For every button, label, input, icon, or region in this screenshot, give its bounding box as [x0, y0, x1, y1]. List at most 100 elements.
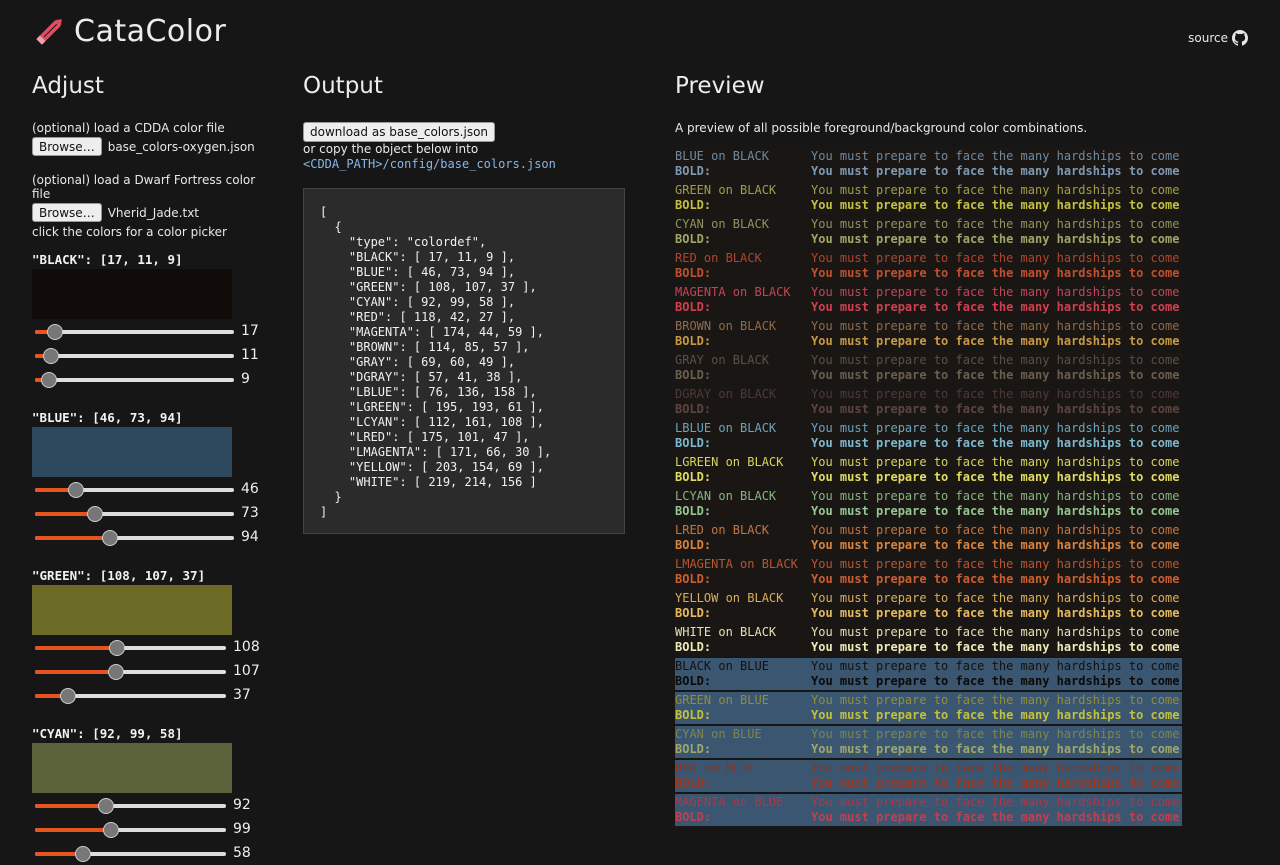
slider-track[interactable]	[35, 512, 234, 516]
slider-track[interactable]	[35, 852, 226, 856]
slider-track[interactable]	[35, 378, 234, 382]
preview-description: A preview of all possible foreground/bac…	[675, 121, 1088, 135]
combo-label: GRAY on BLACK BOLD:	[675, 353, 811, 383]
sample-bold: You must prepare to face the many hardsh…	[811, 164, 1180, 178]
slider-track[interactable]	[35, 536, 234, 540]
slider-value: 9	[241, 371, 250, 387]
cdda-browse-button[interactable]: Browse…	[32, 137, 102, 156]
green-channel-slider[interactable]: 99	[32, 817, 251, 841]
combo-name: LBLUE on BLACK	[675, 421, 777, 435]
slider-thumb[interactable]	[43, 348, 59, 364]
slider-track[interactable]	[35, 804, 226, 808]
slider-track[interactable]	[35, 330, 234, 334]
slider-fill	[35, 828, 111, 832]
color-swatch[interactable]	[32, 585, 232, 635]
sample-bold: You must prepare to face the many hardsh…	[811, 640, 1180, 654]
slider-thumb[interactable]	[102, 530, 118, 546]
slider-thumb[interactable]	[98, 798, 114, 814]
slider-thumb[interactable]	[41, 372, 57, 388]
bold-label: BOLD:	[675, 572, 712, 586]
slider-track[interactable]	[35, 646, 226, 650]
slider-thumb[interactable]	[87, 506, 103, 522]
slider-thumb[interactable]	[75, 846, 91, 862]
green-channel-slider[interactable]: 73	[32, 501, 259, 525]
preview-table: BLUE on BLACK BOLD: You must prepare to fa…	[675, 148, 1182, 828]
bold-label: BOLD:	[675, 198, 712, 212]
cdda-file-name: base_colors-oxygen.json	[107, 139, 255, 154]
color-swatch[interactable]	[32, 427, 232, 477]
cdda-file-loader: (optional) load a CDDA color file Browse…	[32, 121, 255, 156]
json-output-box[interactable]: [ { "type": "colordef", "BLACK": [ 17, 1…	[303, 188, 625, 534]
download-button[interactable]: download as base_colors.json	[303, 122, 496, 142]
color-swatch[interactable]	[32, 743, 232, 793]
sample-normal: You must prepare to face the many hardsh…	[811, 455, 1180, 469]
preview-row: LRED on BLACK BOLD: You must prepare to fa…	[675, 522, 1182, 554]
slider-thumb[interactable]	[103, 822, 119, 838]
df-file-loader: (optional) load a Dwarf Fortress color f…	[32, 173, 272, 222]
sample-text: You must prepare to face the many hardsh…	[811, 625, 1182, 655]
combo-name: YELLOW on BLACK	[675, 591, 784, 605]
sample-normal: You must prepare to face the many hardsh…	[811, 795, 1180, 809]
green-channel-slider[interactable]: 11	[32, 343, 259, 367]
slider-thumb[interactable]	[47, 324, 63, 340]
blue-channel-slider[interactable]: 37	[32, 683, 251, 707]
blue-channel-slider[interactable]: 94	[32, 525, 259, 549]
copy-instruction: or copy the object below into	[303, 142, 479, 156]
combo-label: GREEN on BLACK BOLD:	[675, 183, 811, 213]
combo-label: RED on BLUE BOLD:	[675, 761, 811, 791]
slider-thumb[interactable]	[60, 688, 76, 704]
slider-value: 94	[241, 529, 259, 545]
blue-channel-slider[interactable]: 58	[32, 841, 251, 865]
preview-row: LMAGENTA on BLACK BOLD: You must prepare t…	[675, 556, 1182, 588]
slider-fill	[35, 646, 117, 650]
slider-value: 108	[233, 639, 260, 655]
green-channel-slider[interactable]: 107	[32, 659, 260, 683]
sample-text: You must prepare to face the many hardsh…	[811, 387, 1182, 417]
preview-row: GREEN on BLUE BOLD: You must prepare to fa…	[675, 692, 1182, 724]
slider-track[interactable]	[35, 354, 234, 358]
df-file-name: Vherid_Jade.txt	[107, 205, 200, 220]
bold-label: BOLD:	[675, 368, 712, 382]
red-channel-slider[interactable]: 108	[32, 635, 260, 659]
preview-row: GRAY on BLACK BOLD: You must prepare to fa…	[675, 352, 1182, 384]
preview-row: BLACK on BLUE BOLD: You must prepare to fa…	[675, 658, 1182, 690]
slider-value: 37	[233, 687, 251, 703]
slider-track[interactable]	[35, 488, 234, 492]
bold-label: BOLD:	[675, 606, 712, 620]
combo-name: MAGENTA on BLUE	[675, 795, 784, 809]
config-path: <CDDA_PATH>/config/base_colors.json	[303, 157, 556, 171]
sample-normal: You must prepare to face the many hardsh…	[811, 387, 1180, 401]
sample-normal: You must prepare to face the many hardsh…	[811, 217, 1180, 231]
slider-thumb[interactable]	[68, 482, 84, 498]
sample-normal: You must prepare to face the many hardsh…	[811, 251, 1180, 265]
red-channel-slider[interactable]: 46	[32, 477, 259, 501]
slider-track[interactable]	[35, 828, 226, 832]
combo-label: BROWN on BLACK BOLD:	[675, 319, 811, 349]
slider-value: 46	[241, 481, 259, 497]
sample-bold: You must prepare to face the many hardsh…	[811, 674, 1180, 688]
sample-bold: You must prepare to face the many hardsh…	[811, 402, 1180, 416]
color-title: "BLUE": [46, 73, 94]	[32, 410, 183, 425]
preview-row: MAGENTA on BLACK BOLD: You must prepare to…	[675, 284, 1182, 316]
slider-fill	[35, 804, 106, 808]
red-channel-slider[interactable]: 92	[32, 793, 251, 817]
red-channel-slider[interactable]: 17	[32, 319, 259, 343]
bold-label: BOLD:	[675, 674, 712, 688]
slider-value: 99	[233, 821, 251, 837]
blue-channel-slider[interactable]: 9	[32, 367, 250, 391]
sample-normal: You must prepare to face the many hardsh…	[811, 353, 1180, 367]
combo-name: CYAN on BLACK	[675, 217, 769, 231]
slider-thumb[interactable]	[109, 640, 125, 656]
slider-value: 58	[233, 845, 251, 861]
slider-thumb[interactable]	[108, 664, 124, 680]
df-browse-button[interactable]: Browse…	[32, 203, 102, 222]
sample-bold: You must prepare to face the many hardsh…	[811, 232, 1180, 246]
source-link[interactable]: source	[1188, 30, 1248, 46]
sample-normal: You must prepare to face the many hardsh…	[811, 149, 1180, 163]
color-swatch[interactable]	[32, 269, 232, 319]
combo-name: LRED on BLACK	[675, 523, 769, 537]
sample-text: You must prepare to face the many hardsh…	[811, 421, 1182, 451]
sample-text: You must prepare to face the many hardsh…	[811, 489, 1182, 519]
slider-track[interactable]	[35, 670, 226, 674]
bold-label: BOLD:	[675, 470, 712, 484]
